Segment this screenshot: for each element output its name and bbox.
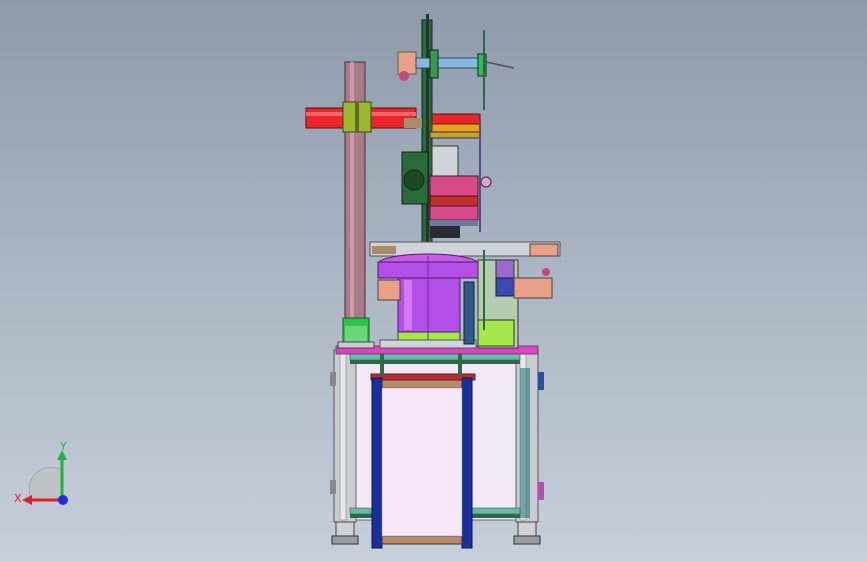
- head-assembly: [397, 14, 515, 261]
- triad-x-arrow-icon: [22, 495, 32, 505]
- orientation-triad: Y X: [14, 440, 68, 505]
- front-rack: [370, 354, 476, 549]
- triad-x-label: X: [14, 492, 22, 505]
- horizontal-arm: [305, 101, 417, 133]
- cad-viewport[interactable]: Y X: [0, 0, 867, 562]
- machine-model[interactable]: [0, 0, 867, 562]
- triad-y-label: Y: [59, 440, 67, 453]
- triad-z-icon: [58, 495, 68, 505]
- triad-plane: [28, 466, 63, 501]
